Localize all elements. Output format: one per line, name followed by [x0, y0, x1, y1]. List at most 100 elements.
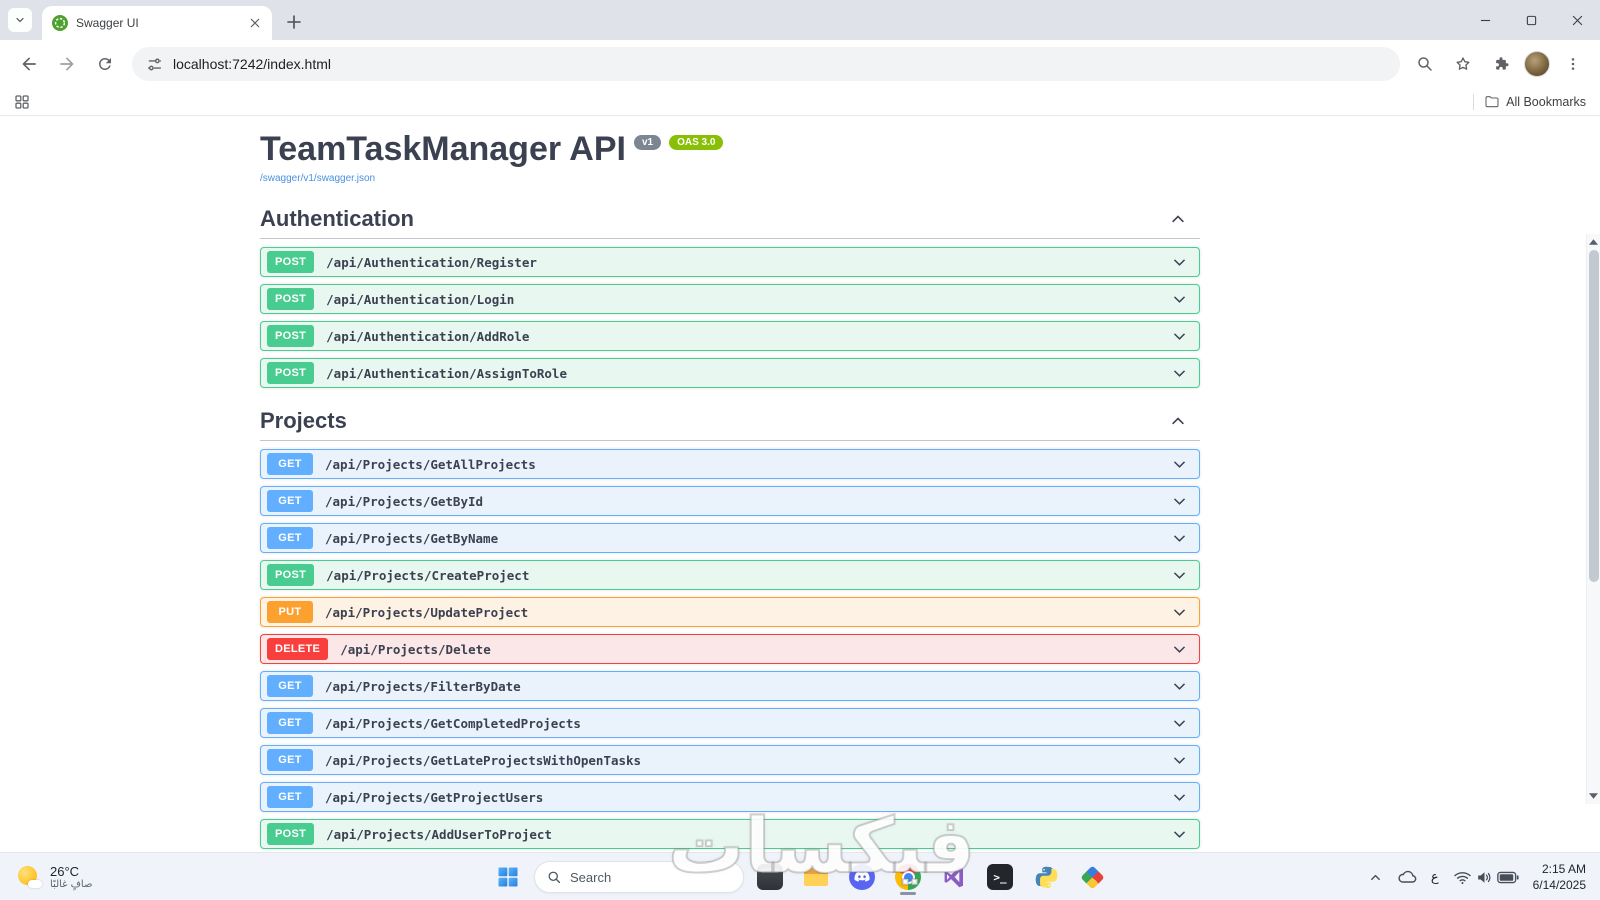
scrollbar-thumb[interactable]	[1589, 250, 1599, 582]
taskbar: 26°C صافٍ غالبًا Search >_ ع 2:15 AM 6/1…	[0, 852, 1600, 900]
expand-endpoint-icon[interactable]	[1172, 679, 1187, 694]
terminal-icon: >_	[987, 864, 1013, 890]
endpoint-row[interactable]: GET /api/Projects/GetLateProjectsWithOpe…	[260, 745, 1200, 776]
section-header[interactable]: Projects	[260, 408, 1200, 442]
back-button[interactable]	[12, 47, 46, 81]
expand-endpoint-icon[interactable]	[1172, 494, 1187, 509]
api-sections: Authentication POST /api/Authentication/…	[260, 206, 1200, 850]
expand-endpoint-icon[interactable]	[1172, 716, 1187, 731]
profile-avatar[interactable]	[1524, 51, 1550, 77]
clock-widget[interactable]: 2:15 AM 6/14/2025	[1527, 859, 1592, 895]
expand-endpoint-icon[interactable]	[1172, 255, 1187, 270]
section-header[interactable]: Authentication	[260, 206, 1200, 240]
endpoint-row[interactable]: POST /api/Authentication/Register	[260, 247, 1200, 278]
expand-endpoint-icon[interactable]	[1172, 531, 1187, 546]
endpoint-row[interactable]: POST /api/Projects/AddUserToProject	[260, 819, 1200, 850]
chevron-up-icon	[1370, 874, 1380, 880]
taskbar-search-label: Search	[570, 869, 612, 885]
chrome-button[interactable]	[888, 857, 928, 897]
taskbar-search[interactable]: Search	[534, 861, 744, 893]
all-bookmarks-label: All Bookmarks	[1506, 94, 1586, 109]
method-badge: POST	[267, 325, 315, 348]
hidden-icons-button[interactable]	[1362, 859, 1389, 895]
window-minimize-button[interactable]	[1462, 0, 1508, 40]
expand-endpoint-icon[interactable]	[1172, 790, 1187, 805]
apps-grid-button[interactable]	[14, 94, 30, 110]
new-tab-button[interactable]	[280, 8, 308, 36]
weather-widget[interactable]: 26°C صافٍ غالبًا	[10, 853, 98, 900]
endpoint-row[interactable]: GET /api/Projects/GetByName	[260, 523, 1200, 554]
bookmark-star-button[interactable]	[1448, 49, 1478, 79]
method-badge: PUT	[267, 601, 313, 624]
expand-endpoint-icon[interactable]	[1172, 457, 1187, 472]
discord-icon	[849, 864, 875, 890]
window-close-button[interactable]	[1554, 0, 1600, 40]
collapse-section-icon[interactable]	[1170, 413, 1186, 429]
browser-tab[interactable]: Swagger UI	[42, 6, 272, 40]
endpoint-row[interactable]: DELETE /api/Projects/Delete	[260, 634, 1200, 665]
expand-endpoint-icon[interactable]	[1172, 827, 1187, 842]
discord-button[interactable]	[842, 857, 882, 897]
onedrive-button[interactable]	[1391, 859, 1423, 895]
expand-endpoint-icon[interactable]	[1172, 642, 1187, 657]
expand-endpoint-icon[interactable]	[1172, 292, 1187, 307]
scroll-up-arrow-icon[interactable]	[1587, 235, 1600, 249]
tab-search-button[interactable]	[8, 8, 32, 32]
browser-menu-button[interactable]	[1558, 49, 1588, 79]
page-scrollbar[interactable]	[1586, 234, 1600, 804]
python-button[interactable]	[1026, 857, 1066, 897]
tab-close-icon[interactable]	[246, 14, 264, 32]
search-lens-button[interactable]	[1410, 49, 1440, 79]
scroll-down-arrow-icon[interactable]	[1587, 789, 1600, 803]
extensions-button[interactable]	[1486, 49, 1516, 79]
endpoint-row[interactable]: GET /api/Projects/GetById	[260, 486, 1200, 517]
collapse-section-icon[interactable]	[1170, 211, 1186, 227]
endpoint-row[interactable]: GET /api/Projects/FilterByDate	[260, 671, 1200, 702]
battery-icon	[1496, 871, 1519, 883]
api-title-row: TeamTaskManager API v1 OAS 3.0	[260, 130, 1200, 168]
forward-button[interactable]	[50, 47, 84, 81]
window-maximize-button[interactable]	[1508, 0, 1554, 40]
endpoint-row[interactable]: POST /api/Projects/CreateProject	[260, 560, 1200, 591]
file-explorer-button[interactable]	[796, 857, 836, 897]
dark-app-button[interactable]	[750, 857, 790, 897]
expand-endpoint-icon[interactable]	[1172, 568, 1187, 583]
reload-button[interactable]	[88, 47, 122, 81]
diamond-app-button[interactable]	[1072, 857, 1112, 897]
language-indicator[interactable]: ع	[1425, 859, 1445, 895]
search-icon	[548, 871, 561, 883]
endpoint-row[interactable]: POST /api/Authentication/Login	[260, 284, 1200, 315]
expand-endpoint-icon[interactable]	[1172, 605, 1187, 620]
endpoint-row[interactable]: POST /api/Authentication/AddRole	[260, 321, 1200, 352]
magnifier-icon	[1418, 57, 1432, 71]
api-section: Authentication POST /api/Authentication/…	[260, 206, 1200, 389]
active-app-indicator	[900, 892, 916, 895]
endpoint-row[interactable]: GET /api/Projects/GetProjectUsers	[260, 782, 1200, 813]
endpoint-path: /api/Projects/AddUserToProject	[326, 826, 552, 842]
site-settings-icon[interactable]	[146, 56, 163, 73]
forward-arrow-icon	[60, 57, 74, 71]
tab-title: Swagger UI	[76, 16, 139, 30]
visual-studio-button[interactable]	[934, 857, 974, 897]
endpoint-row[interactable]: GET /api/Projects/GetCompletedProjects	[260, 708, 1200, 739]
expand-endpoint-icon[interactable]	[1172, 366, 1187, 381]
network-volume-battery-button[interactable]	[1447, 859, 1525, 895]
expand-endpoint-icon[interactable]	[1172, 753, 1187, 768]
endpoint-path: /api/Projects/GetByName	[325, 530, 499, 546]
terminal-button[interactable]: >_	[980, 857, 1020, 897]
address-bar[interactable]: localhost:7242/index.html	[132, 47, 1400, 81]
chevron-down-icon	[16, 17, 24, 23]
endpoint-row[interactable]: GET /api/Projects/GetAllProjects	[260, 449, 1200, 480]
method-badge: POST	[267, 823, 315, 846]
endpoint-row[interactable]: POST /api/Authentication/AssignToRole	[260, 358, 1200, 389]
all-bookmarks-button[interactable]: All Bookmarks	[1484, 94, 1586, 110]
method-badge: GET	[267, 749, 313, 772]
spec-link[interactable]: /swagger/v1/swagger.json	[260, 173, 375, 184]
clock-time: 2:15 AM	[1541, 861, 1586, 876]
endpoint-path: /api/Projects/GetById	[325, 493, 484, 509]
volume-icon	[1477, 871, 1491, 883]
expand-endpoint-icon[interactable]	[1172, 329, 1187, 344]
endpoint-row[interactable]: PUT /api/Projects/UpdateProject	[260, 597, 1200, 628]
oas-badge: OAS 3.0	[669, 135, 724, 150]
start-button[interactable]	[488, 857, 528, 897]
